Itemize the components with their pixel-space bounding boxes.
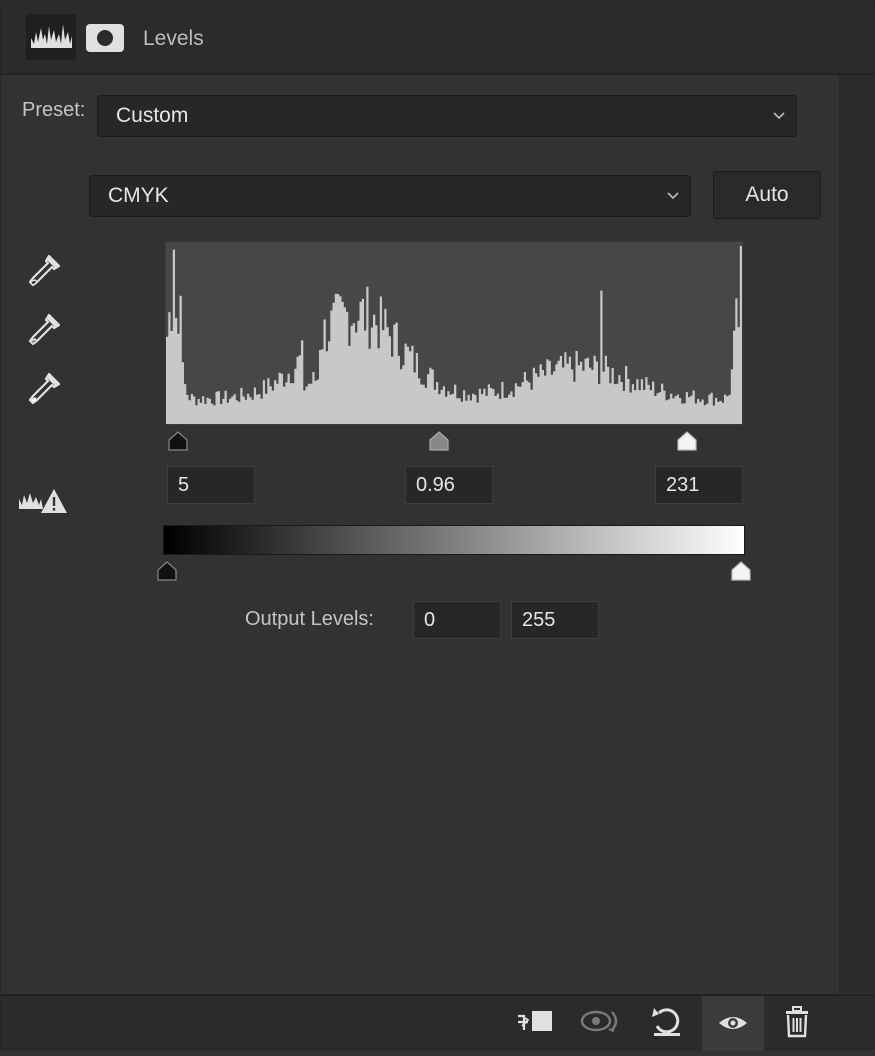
scroll-gutter — [839, 75, 875, 993]
output-low-slider[interactable] — [156, 561, 178, 581]
levels-adjustment-icon[interactable] — [26, 14, 76, 60]
input-shadow-field[interactable]: 5 — [167, 466, 255, 504]
chevron-down-icon — [773, 112, 785, 120]
output-high-field[interactable]: 255 — [511, 601, 599, 639]
shadow-input-slider[interactable] — [167, 431, 189, 451]
clip-to-layer-icon[interactable] — [506, 996, 568, 1051]
layer-mask-icon[interactable] — [85, 23, 125, 53]
preset-label: Preset: — [22, 99, 86, 121]
input-midtone-field[interactable]: 0.96 — [405, 466, 493, 504]
channel-value: CMYK — [108, 184, 169, 207]
output-gradient-bar — [163, 525, 745, 555]
gray-point-eyedropper-icon[interactable] — [25, 311, 63, 349]
histogram-area — [166, 246, 742, 424]
white-point-eyedropper-icon[interactable] — [25, 370, 63, 408]
output-high-slider[interactable] — [730, 561, 752, 581]
preset-value: Custom — [116, 104, 189, 127]
trash-icon[interactable] — [767, 996, 829, 1051]
calculate-histogram-warning-icon[interactable] — [17, 485, 69, 517]
channel-dropdown[interactable]: CMYK — [89, 175, 691, 217]
chevron-down-icon — [667, 192, 679, 200]
panel-header: Levels — [1, 1, 874, 75]
view-previous-state-icon[interactable] — [572, 996, 634, 1051]
auto-button[interactable]: Auto — [713, 171, 821, 219]
preset-dropdown[interactable]: Custom — [97, 95, 797, 137]
histogram-graph — [166, 246, 742, 424]
reset-icon[interactable] — [637, 996, 699, 1051]
output-levels-label: Output Levels: — [245, 608, 374, 630]
panel-title: Levels — [143, 27, 204, 50]
visibility-eye-icon[interactable] — [702, 996, 764, 1051]
output-low-field[interactable]: 0 — [413, 601, 501, 639]
levels-properties-panel: Levels Preset: Custom CMYK Auto 5 0.96 2… — [0, 0, 875, 1051]
highlight-input-slider[interactable] — [676, 431, 698, 451]
panel-footer — [1, 994, 874, 1051]
black-point-eyedropper-icon[interactable] — [25, 252, 63, 290]
input-highlight-field[interactable]: 231 — [655, 466, 743, 504]
histogram — [165, 241, 743, 425]
midtone-input-slider[interactable] — [428, 431, 450, 451]
